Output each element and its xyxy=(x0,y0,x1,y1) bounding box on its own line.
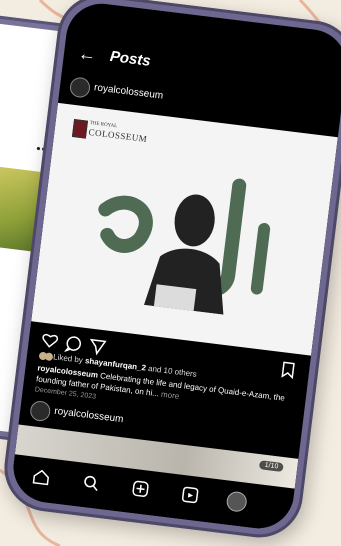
post-username[interactable]: royalcolosseum xyxy=(93,82,163,101)
back-arrow-icon[interactable]: ← xyxy=(77,43,97,66)
heart-icon[interactable] xyxy=(40,331,60,351)
page-title: Posts xyxy=(108,47,152,70)
post-image[interactable]: THE ROYAL COLOSSEUM xyxy=(31,102,338,356)
avatar[interactable] xyxy=(29,399,52,423)
create-icon[interactable] xyxy=(131,479,151,499)
reels-icon[interactable] xyxy=(180,485,200,505)
calligraphy-illustration xyxy=(98,178,271,315)
logo-title: COLOSSEUM xyxy=(88,126,148,145)
home-icon[interactable] xyxy=(31,467,51,487)
share-icon[interactable] xyxy=(88,337,108,357)
more-link[interactable]: more xyxy=(161,390,180,401)
comment-icon[interactable] xyxy=(63,334,84,354)
bookmark-icon[interactable] xyxy=(278,360,298,380)
logo-crest xyxy=(71,119,89,139)
main-phone: ← Posts royalcolosseum THE ROYAL COLOSSE… xyxy=(0,0,341,543)
profile-icon[interactable] xyxy=(225,490,248,513)
avatar[interactable] xyxy=(68,76,92,99)
next-post-username[interactable]: royalcolosseum xyxy=(54,406,124,425)
search-icon[interactable] xyxy=(81,473,101,493)
